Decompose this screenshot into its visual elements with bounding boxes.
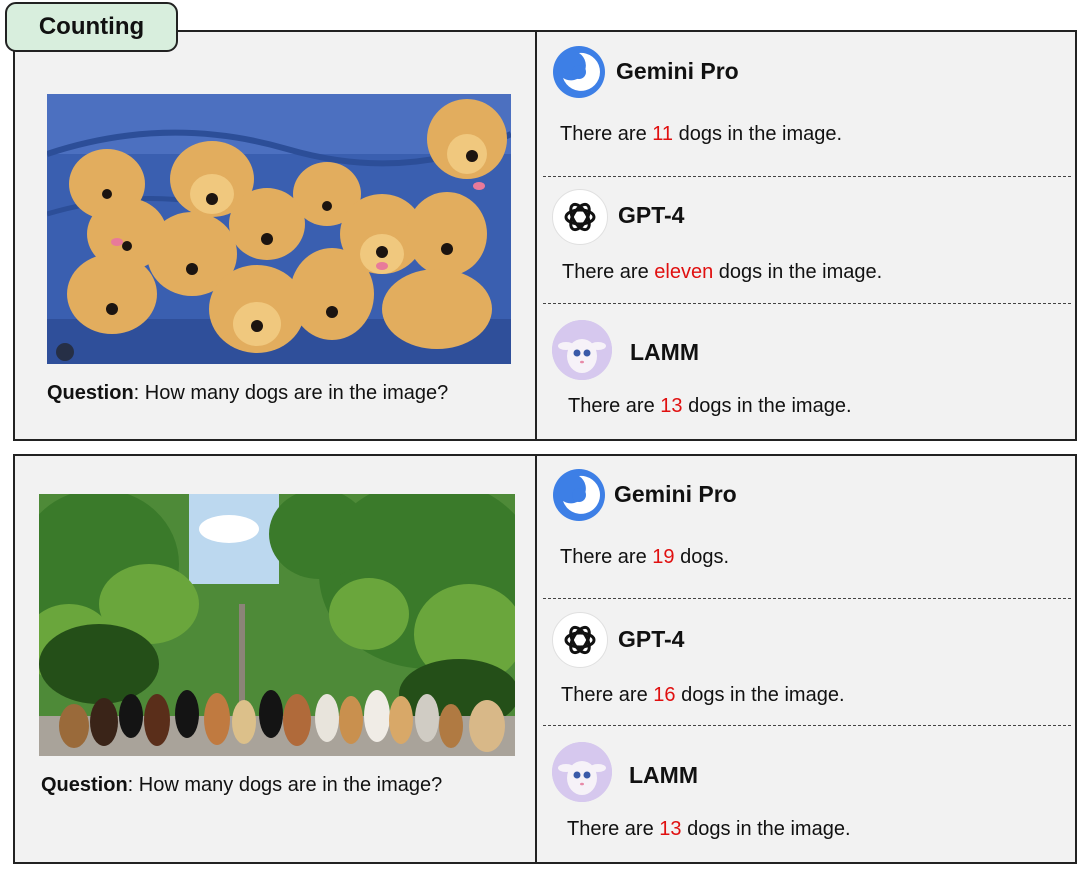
answer-gpt4: There are eleven dogs in the image. [562,261,882,284]
example-panel-1: Question: How many dogs are in the image… [13,30,1077,441]
answer-suffix: dogs in the image. [681,818,851,840]
answer-prefix: There are [560,546,653,568]
answer-count: 16 [653,684,676,706]
answer-count: 13 [660,395,683,417]
dogs-group-photo [39,494,515,756]
model-name-lamm: LAMM [630,339,699,365]
answer-gemini: There are 11 dogs in the image. [560,123,842,146]
example-panel-2: Question: How many dogs are in the image… [13,454,1077,864]
answer-count: eleven [654,261,714,283]
question-text: Question: How many dogs are in the image… [41,774,442,797]
answer-gpt4: There are 16 dogs in the image. [561,684,845,707]
column-divider [535,32,537,439]
lamm-avatar-icon [552,320,612,380]
model-name-gemini: Gemini Pro [614,481,737,507]
openai-logo-icon [552,189,608,245]
question-label: Question [47,382,134,404]
answer-prefix: There are [562,261,655,283]
answer-count: 13 [659,818,682,840]
lamm-avatar-icon [552,742,612,802]
answer-suffix: dogs. [674,546,729,568]
answer-gemini: There are 19 dogs. [560,546,729,569]
model-name-lamm: LAMM [629,762,698,788]
answer-prefix: There are [560,123,653,145]
question-body: : How many dogs are in the image? [127,774,443,796]
column-divider [535,456,537,862]
answer-prefix: There are [568,395,661,417]
gemini-logo-icon [552,45,606,99]
answer-lamm: There are 13 dogs in the image. [568,395,852,418]
answer-separator [543,303,1071,304]
question-body: : How many dogs are in the image? [133,382,449,404]
question-text: Question: How many dogs are in the image… [47,382,448,405]
answer-separator [543,725,1071,726]
gemini-logo-icon [552,468,606,522]
answer-suffix: dogs in the image. [713,261,883,283]
answer-count: 19 [652,546,675,568]
answer-suffix: dogs in the image. [682,395,852,417]
answer-prefix: There are [561,684,654,706]
openai-logo-icon [552,612,608,668]
puppies-photo [47,94,511,364]
answer-suffix: dogs in the image. [675,684,845,706]
category-tag: Counting [5,2,178,52]
answer-prefix: There are [567,818,660,840]
answer-separator [543,598,1071,599]
answer-count: 11 [652,123,674,145]
model-name-gpt4: GPT-4 [618,202,685,228]
model-name-gemini: Gemini Pro [616,58,739,84]
answer-lamm: There are 13 dogs in the image. [567,818,851,841]
question-label: Question [41,774,128,796]
answer-separator [543,176,1071,177]
answer-suffix: dogs in the image. [673,123,843,145]
model-name-gpt4: GPT-4 [618,626,685,652]
